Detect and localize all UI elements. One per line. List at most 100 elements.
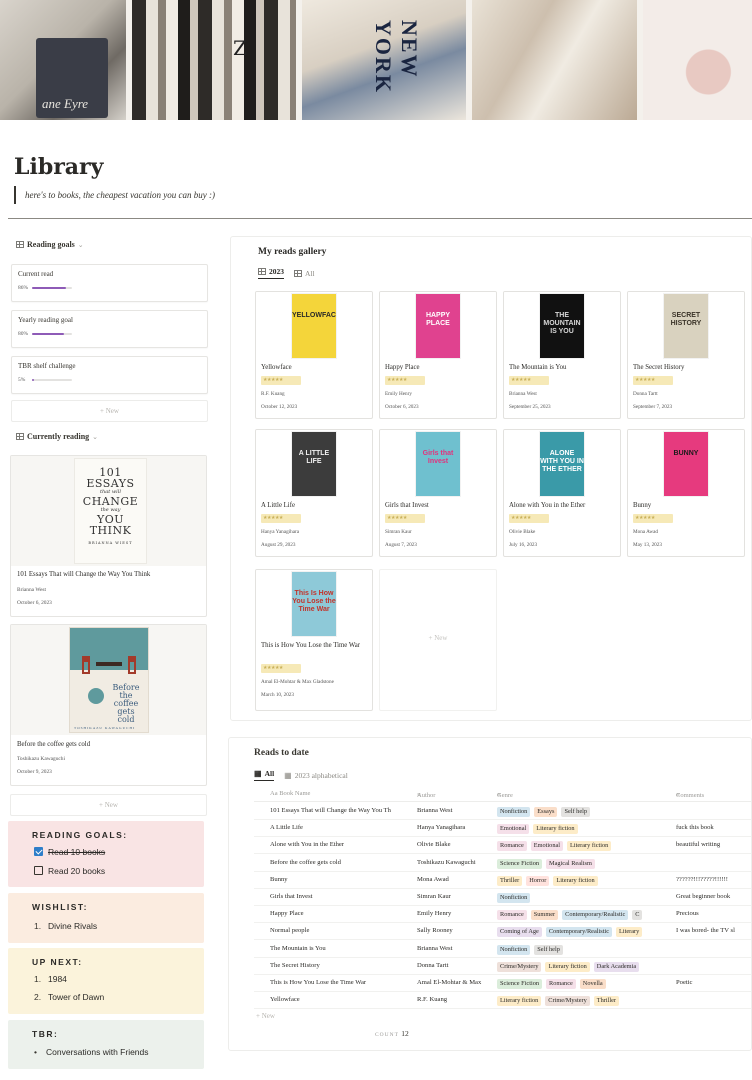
table-title: Reads to date bbox=[254, 748, 309, 758]
cell-genre[interactable]: Nonfiction Self help bbox=[497, 944, 673, 955]
cell-author[interactable]: Mona Awad bbox=[417, 876, 495, 883]
cell-author[interactable]: Sally Rooney bbox=[417, 927, 495, 934]
cell-book-name[interactable]: 101 Essays That will Change the Way You … bbox=[270, 807, 416, 814]
table-row[interactable]: This is How You Lose the Time War Amal El… bbox=[254, 975, 751, 992]
currently-reading-heading[interactable]: Currently reading ⌄ bbox=[16, 432, 98, 441]
book-cover: ALONE WITH YOU IN THE ETHER bbox=[504, 430, 620, 497]
cell-genre[interactable]: Nonfiction bbox=[497, 893, 673, 903]
table-row[interactable]: The Secret History Donna Tartt Crime/Myste… bbox=[254, 958, 751, 975]
cell-book-name[interactable]: Alone with You in the Ether bbox=[270, 841, 416, 848]
rating-stars: ★★★★★ bbox=[385, 514, 425, 523]
cell-book-name[interactable]: A Little Life bbox=[270, 824, 416, 831]
cell-genre[interactable]: Romance Summer Contemporary/Realistic C bbox=[497, 910, 673, 921]
cell-genre[interactable]: Emotional Literary fiction bbox=[497, 824, 673, 835]
cell-author[interactable]: Brianna West bbox=[417, 945, 495, 952]
gallery-view-icon bbox=[294, 269, 302, 277]
rating-stars: ★★★★★ bbox=[633, 514, 673, 523]
gallery-card[interactable]: This Is How You Lose the Time War This is… bbox=[255, 569, 373, 711]
gallery-card[interactable]: HAPPY PLACE Happy Place ★★★★★ Emily Henry Oc… bbox=[379, 291, 497, 419]
reading-goals-heading[interactable]: Reading goals ⌄ bbox=[16, 240, 84, 249]
new-currently-reading-button[interactable]: + New bbox=[10, 794, 207, 816]
book-author: Simran Kaur bbox=[385, 529, 412, 535]
currently-reading-card[interactable]: 101 ESSAYS that will CHANGE the way YOU … bbox=[10, 455, 207, 617]
cell-comment[interactable]: ??????!!!?????!!!!!! bbox=[676, 876, 751, 883]
currently-reading-title: Currently reading bbox=[27, 432, 90, 441]
cell-comment[interactable]: beautiful writing bbox=[676, 841, 751, 848]
gallery-card[interactable]: SECRET HISTORY The Secret History ★★★★★ Don… bbox=[627, 291, 745, 419]
gallery-card[interactable]: THE MOUNTAIN IS YOU The Mountain is You ★★… bbox=[503, 291, 621, 419]
cell-genre[interactable]: Romance Emotional Literary fiction bbox=[497, 841, 673, 852]
cell-genre[interactable]: Coming of Age Contemporary/Realistic Liter… bbox=[497, 927, 673, 938]
cell-author[interactable]: Olivie Blake bbox=[417, 841, 495, 848]
list-item: Divine Rivals bbox=[48, 921, 98, 931]
currently-reading-card[interactable]: Before the coffee gets cold TOSHIKAZU KA… bbox=[10, 624, 207, 786]
goal-card-current-read[interactable]: Current read 86% bbox=[11, 264, 208, 302]
table-row[interactable]: Happy Place Emily Henry Romance Summer Conte… bbox=[254, 906, 751, 924]
cover-art: BUNNY bbox=[664, 432, 708, 496]
list-item: 1984 bbox=[48, 974, 67, 984]
cover-text: CHANGE bbox=[82, 495, 139, 508]
goal-card-tbr[interactable]: TBR shelf challenge 5% bbox=[11, 356, 208, 394]
cell-genre[interactable]: Crime/Mystery Literary fiction Dark Academ… bbox=[497, 961, 673, 972]
cell-book-name[interactable]: The Mountain is You bbox=[270, 945, 416, 952]
gallery-view-icon bbox=[16, 241, 24, 248]
checkbox-read-20[interactable] bbox=[34, 866, 43, 875]
cell-book-name[interactable]: This is How You Lose the Time War bbox=[270, 979, 416, 986]
cell-author[interactable]: Hanya Yanagihara bbox=[417, 824, 495, 831]
gallery-card[interactable]: YELLOWFACE Yellowface ★★★★★ R.F. Kuang Octob… bbox=[255, 291, 373, 419]
table-row[interactable]: Bunny Mona Awad Thriller Horror Literary fic… bbox=[254, 872, 751, 889]
table-row[interactable]: Yellowface R.F. Kuang Literary fiction Crim… bbox=[254, 992, 751, 1010]
gallery-card[interactable]: A LITTLE LIFE A Little Life ★★★★★ Hanya Yan… bbox=[255, 429, 373, 557]
tab-all[interactable]: All bbox=[294, 269, 315, 278]
table-row[interactable]: The Mountain is You Brianna West Nonfictio… bbox=[254, 941, 751, 958]
table-row[interactable]: Before the coffee gets cold Toshikazu Kaw… bbox=[254, 855, 751, 872]
book-date: August 29, 2023 bbox=[261, 542, 296, 548]
cell-genre[interactable]: Thriller Horror Literary fiction bbox=[497, 875, 673, 886]
cell-book-name[interactable]: Girls that Invest bbox=[270, 893, 416, 900]
cell-book-name[interactable]: Bunny bbox=[270, 876, 416, 883]
cell-genre[interactable]: Literary fiction Crime/Mystery Thriller bbox=[497, 996, 673, 1007]
cell-comment[interactable]: I was bored- the TV sl bbox=[676, 927, 751, 934]
cell-book-name[interactable]: Yellowface bbox=[270, 996, 416, 1003]
cell-author[interactable]: Donna Tartt bbox=[417, 962, 495, 969]
table-row[interactable]: Alone with You in the Ether Olivie Blake R… bbox=[254, 837, 751, 855]
cell-comment[interactable]: Poetic bbox=[676, 979, 751, 986]
tab-all[interactable]: ▦ All bbox=[254, 769, 275, 781]
cell-author[interactable]: R.F. Kuang bbox=[417, 996, 495, 1003]
cell-genre[interactable]: Science Fiction Romance Novella bbox=[497, 979, 673, 989]
tab-2023[interactable]: 2023 bbox=[258, 267, 284, 279]
table-row[interactable]: A Little Life Hanya Yanagihara Emotional Li… bbox=[254, 820, 751, 838]
cell-author[interactable]: Emily Henry bbox=[417, 910, 495, 917]
cell-author[interactable]: Toshikazu Kawaguchi bbox=[417, 859, 495, 866]
tab-2023-alphabetical[interactable]: ▦ 2023 alphabetical bbox=[284, 771, 348, 780]
table-row[interactable]: Girls that Invest Simran Kaur Nonfiction Gr… bbox=[254, 889, 751, 906]
book-date: September 25, 2023 bbox=[509, 404, 551, 410]
cell-book-name[interactable]: Normal people bbox=[270, 927, 416, 934]
cell-book-name[interactable]: Before the coffee gets cold bbox=[270, 859, 416, 866]
goal-card-yearly[interactable]: Yearly reading goal 80% bbox=[11, 310, 208, 348]
cell-comment[interactable]: Great beginner book bbox=[676, 893, 751, 900]
gallery-card[interactable]: BUNNY Bunny ★★★★★ Mona Awad May 13, 2023 bbox=[627, 429, 745, 557]
cell-book-name[interactable]: The Secret History bbox=[270, 962, 416, 969]
cover-text: A LITTLE LIFE bbox=[298, 450, 330, 465]
column-header-book-name[interactable]: Aa Book Name bbox=[270, 790, 310, 797]
cell-genre[interactable]: Science Fiction Magical Realism bbox=[497, 858, 673, 869]
genre-tag: Contemporary/Realistic bbox=[545, 927, 612, 938]
gallery-card[interactable]: ALONE WITH YOU IN THE ETHER Alone with Yo… bbox=[503, 429, 621, 557]
cell-author[interactable]: Amal El-Mohtar & Max bbox=[417, 979, 495, 986]
gallery-card[interactable]: Girls that Invest Girls that Invest ★★★★★ S… bbox=[379, 429, 497, 557]
cell-author[interactable]: Simran Kaur bbox=[417, 893, 495, 900]
cell-book-name[interactable]: Happy Place bbox=[270, 910, 416, 917]
new-row-button[interactable]: + New bbox=[256, 1012, 275, 1020]
genre-tag: Summer bbox=[530, 910, 559, 921]
cell-comment[interactable]: Precious bbox=[676, 910, 751, 917]
table-row[interactable]: 101 Essays That will Change the Way You … bbox=[254, 803, 751, 820]
cell-author[interactable]: Brianna West bbox=[417, 807, 495, 814]
new-card-button[interactable]: + New bbox=[379, 569, 497, 711]
new-goal-button[interactable]: + New bbox=[11, 400, 208, 422]
reads-table: Reads to date ▦ All ▦ 2023 alphabetical Aa… bbox=[228, 737, 752, 1051]
cell-comment[interactable]: fuck this book bbox=[676, 824, 751, 831]
cell-genre[interactable]: Nonfiction Essays Self help bbox=[497, 807, 673, 817]
table-row[interactable]: Normal people Sally Rooney Coming of Age Co… bbox=[254, 923, 751, 941]
checkbox-read-10[interactable] bbox=[34, 847, 43, 856]
